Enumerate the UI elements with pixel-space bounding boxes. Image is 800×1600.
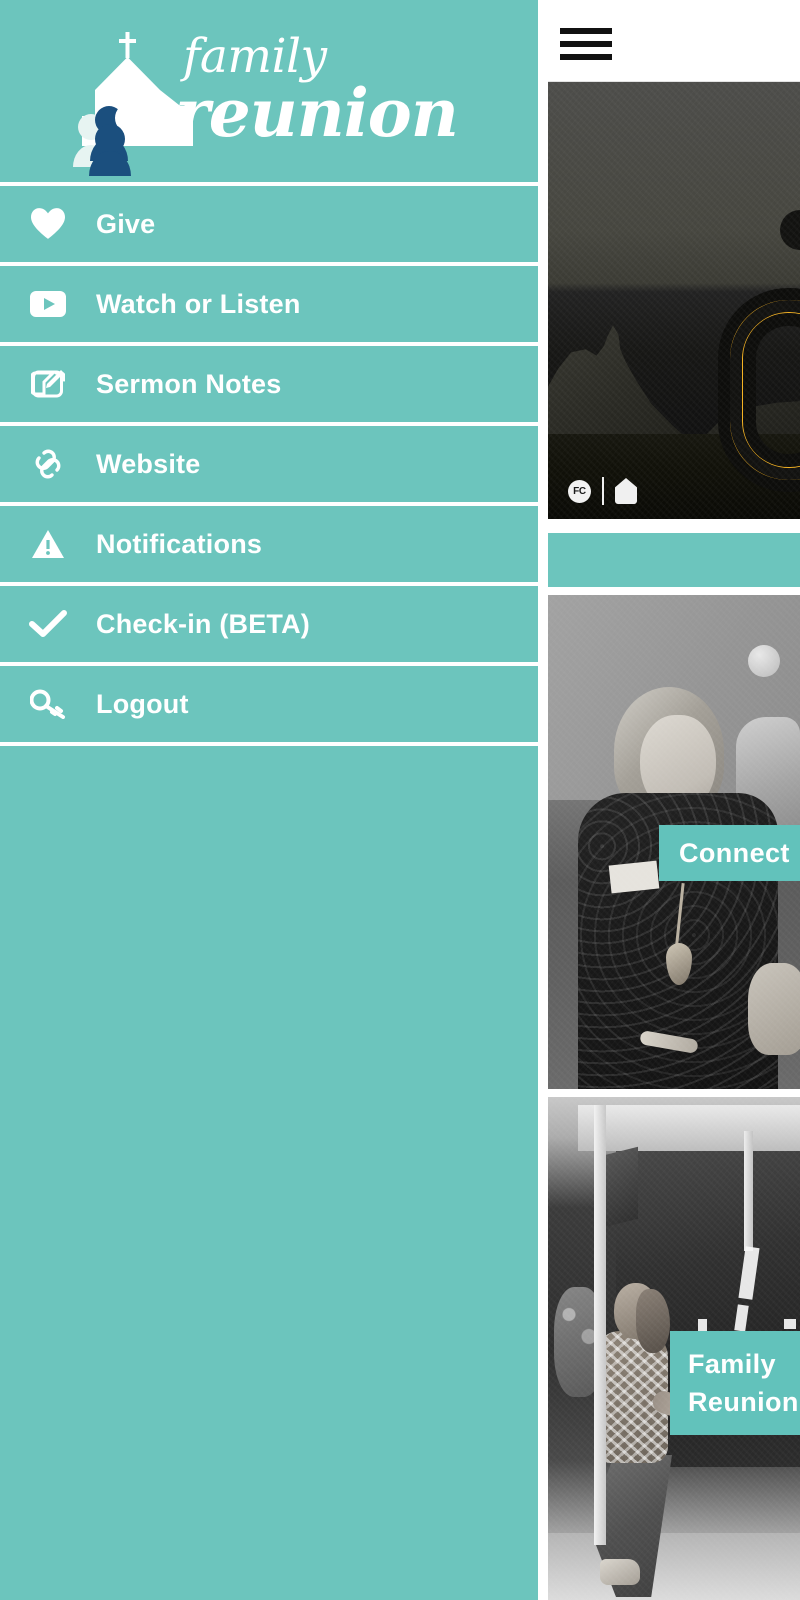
key-icon	[0, 689, 96, 719]
watermark-divider	[602, 477, 604, 505]
sidebar-item-label: Sermon Notes	[96, 368, 282, 399]
hamburger-icon[interactable]	[560, 28, 612, 60]
card-connect-photo[interactable]: Connect	[548, 595, 800, 1089]
reunion-window-mullion	[744, 1131, 753, 1251]
reunion-person-shoe	[600, 1559, 640, 1585]
reunion-open-door	[604, 1146, 638, 1228]
sidebar-item-give[interactable]: Give	[0, 186, 538, 266]
link-chain-icon	[0, 447, 96, 481]
brand-wordmark: family reunion	[175, 32, 485, 152]
connect-balloon-shape	[748, 645, 780, 677]
card-desert-photo[interactable]: FC	[548, 82, 800, 519]
sidebar-item-check-in[interactable]: Check-in (BETA)	[0, 586, 538, 666]
navigation-drawer: family reunion Give Watch or Listen Serm…	[0, 0, 538, 1600]
connect-name-tag	[608, 860, 660, 894]
hamburger-bar	[560, 28, 612, 34]
letter-dot-shape	[780, 210, 800, 250]
note-edit-icon	[0, 368, 96, 400]
sidebar-item-logout[interactable]: Logout	[0, 666, 538, 746]
warning-triangle-icon	[0, 529, 96, 559]
app-root: FC Connect Family Reunion family reunion…	[0, 0, 800, 1600]
sidebar-item-label: Watch or Listen	[96, 288, 301, 319]
fc-watermark: FC	[568, 477, 637, 505]
sidebar-item-notifications[interactable]: Notifications	[0, 506, 538, 586]
checkmark-icon	[0, 610, 96, 638]
drawer-menu: Give Watch or Listen Sermon Notes Websit…	[0, 186, 538, 746]
sidebar-item-label: Logout	[96, 688, 189, 719]
fc-circle-icon: FC	[568, 479, 591, 503]
reunion-window-mullion	[594, 1105, 606, 1545]
card-reunion-photo[interactable]: Family Reunion	[548, 1097, 800, 1600]
sidebar-item-watch-or-listen[interactable]: Watch or Listen	[0, 266, 538, 346]
connect-hand-shape	[748, 963, 800, 1055]
sidebar-item-label: Notifications	[96, 528, 263, 559]
teal-spacer-block	[548, 533, 800, 587]
top-bar	[548, 0, 800, 82]
heart-icon	[0, 208, 96, 240]
card-reunion-banner-line1: Family	[688, 1349, 776, 1379]
card-connect-banner: Connect	[659, 825, 800, 881]
sidebar-item-website[interactable]: Website	[0, 426, 538, 506]
sidebar-item-label: Website	[96, 448, 201, 479]
letter-o-shape	[730, 300, 800, 480]
drawer-logo-area: family reunion	[0, 0, 538, 186]
brand-wordmark-line2: reunion	[175, 74, 459, 152]
sidebar-item-label: Give	[96, 208, 156, 239]
card-reunion-banner: Family Reunion	[670, 1331, 800, 1435]
sidebar-item-sermon-notes[interactable]: Sermon Notes	[0, 346, 538, 426]
reunion-floor-shape	[548, 1533, 800, 1600]
main-content: FC Connect Family Reunion	[548, 0, 800, 1600]
reunion-canopy-shape	[578, 1105, 800, 1151]
play-video-icon	[0, 291, 96, 317]
house-icon	[615, 478, 637, 504]
hamburger-bar	[560, 41, 612, 47]
sidebar-item-label: Check-in (BETA)	[96, 608, 311, 639]
reunion-ceiling-light	[784, 1319, 796, 1329]
hamburger-bar	[560, 54, 612, 60]
card-reunion-banner-line2: Reunion	[688, 1387, 799, 1417]
reunion-ceiling-light	[698, 1319, 707, 1331]
